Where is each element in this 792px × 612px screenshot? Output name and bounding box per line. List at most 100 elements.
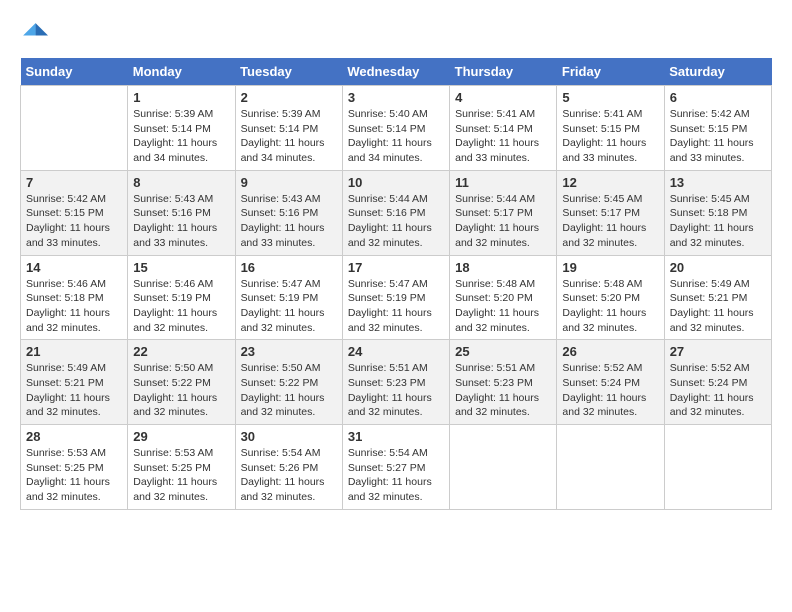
cell-info: Sunrise: 5:42 AMSunset: 5:15 PMDaylight:… (670, 107, 766, 166)
cell-info: Sunrise: 5:47 AMSunset: 5:19 PMDaylight:… (348, 277, 444, 336)
header-monday: Monday (128, 58, 235, 86)
day-number: 5 (562, 90, 658, 105)
cell-info: Sunrise: 5:49 AMSunset: 5:21 PMDaylight:… (26, 361, 122, 420)
calendar-cell: 18 Sunrise: 5:48 AMSunset: 5:20 PMDayligh… (450, 255, 557, 340)
cell-info: Sunrise: 5:40 AMSunset: 5:14 PMDaylight:… (348, 107, 444, 166)
cell-info: Sunrise: 5:50 AMSunset: 5:22 PMDaylight:… (241, 361, 337, 420)
day-number: 16 (241, 260, 337, 275)
calendar-cell: 20 Sunrise: 5:49 AMSunset: 5:21 PMDayligh… (664, 255, 771, 340)
calendar-cell: 29Sunrise: 5:53 AMSunset: 5:25 PMDayligh… (128, 425, 235, 510)
cell-info: Sunrise: 5:45 AMSunset: 5:17 PMDaylight:… (562, 192, 658, 251)
cell-info: Sunrise: 5:46 AMSunset: 5:18 PMDaylight:… (26, 277, 122, 336)
page-header (20, 20, 772, 48)
cell-info: Sunrise: 5:44 AMSunset: 5:16 PMDaylight:… (348, 192, 444, 251)
calendar-cell: 12 Sunrise: 5:45 AMSunset: 5:17 PMDayligh… (557, 170, 664, 255)
day-number: 10 (348, 175, 444, 190)
calendar-cell: 5 Sunrise: 5:41 AMSunset: 5:15 PMDaylight… (557, 86, 664, 171)
cell-info: Sunrise: 5:54 AMSunset: 5:26 PMDaylight:… (241, 446, 337, 505)
calendar-week-row: 1 Sunrise: 5:39 AMSunset: 5:14 PMDaylight… (21, 86, 772, 171)
day-number: 28 (26, 429, 122, 444)
cell-info: Sunrise: 5:41 AMSunset: 5:15 PMDaylight:… (562, 107, 658, 166)
calendar-cell: 28Sunrise: 5:53 AMSunset: 5:25 PMDayligh… (21, 425, 128, 510)
cell-info: Sunrise: 5:39 AMSunset: 5:14 PMDaylight:… (241, 107, 337, 166)
calendar-cell (557, 425, 664, 510)
calendar-cell: 6 Sunrise: 5:42 AMSunset: 5:15 PMDaylight… (664, 86, 771, 171)
calendar-cell: 14Sunrise: 5:46 AMSunset: 5:18 PMDayligh… (21, 255, 128, 340)
cell-info: Sunrise: 5:51 AMSunset: 5:23 PMDaylight:… (455, 361, 551, 420)
cell-info: Sunrise: 5:39 AMSunset: 5:14 PMDaylight:… (133, 107, 229, 166)
cell-info: Sunrise: 5:43 AMSunset: 5:16 PMDaylight:… (133, 192, 229, 251)
day-number: 27 (670, 344, 766, 359)
calendar-week-row: 7 Sunrise: 5:42 AMSunset: 5:15 PMDaylight… (21, 170, 772, 255)
calendar-cell (450, 425, 557, 510)
calendar-cell: 2 Sunrise: 5:39 AMSunset: 5:14 PMDaylight… (235, 86, 342, 171)
day-number: 9 (241, 175, 337, 190)
day-number: 26 (562, 344, 658, 359)
header-saturday: Saturday (664, 58, 771, 86)
calendar-cell (21, 86, 128, 171)
calendar-cell: 15 Sunrise: 5:46 AMSunset: 5:19 PMDayligh… (128, 255, 235, 340)
calendar-cell: 3 Sunrise: 5:40 AMSunset: 5:14 PMDaylight… (342, 86, 449, 171)
cell-info: Sunrise: 5:48 AMSunset: 5:20 PMDaylight:… (455, 277, 551, 336)
day-number: 23 (241, 344, 337, 359)
calendar-cell: 11Sunrise: 5:44 AMSunset: 5:17 PMDayligh… (450, 170, 557, 255)
day-number: 8 (133, 175, 229, 190)
header-tuesday: Tuesday (235, 58, 342, 86)
cell-info: Sunrise: 5:42 AMSunset: 5:15 PMDaylight:… (26, 192, 122, 251)
calendar-cell: 22 Sunrise: 5:50 AMSunset: 5:22 PMDayligh… (128, 340, 235, 425)
cell-info: Sunrise: 5:46 AMSunset: 5:19 PMDaylight:… (133, 277, 229, 336)
day-number: 20 (670, 260, 766, 275)
calendar-cell: 23 Sunrise: 5:50 AMSunset: 5:22 PMDayligh… (235, 340, 342, 425)
calendar-cell: 8 Sunrise: 5:43 AMSunset: 5:16 PMDaylight… (128, 170, 235, 255)
calendar-cell: 21Sunrise: 5:49 AMSunset: 5:21 PMDayligh… (21, 340, 128, 425)
day-number: 15 (133, 260, 229, 275)
calendar-cell: 30 Sunrise: 5:54 AMSunset: 5:26 PMDayligh… (235, 425, 342, 510)
calendar-cell: 25 Sunrise: 5:51 AMSunset: 5:23 PMDayligh… (450, 340, 557, 425)
cell-info: Sunrise: 5:49 AMSunset: 5:21 PMDaylight:… (670, 277, 766, 336)
day-number: 4 (455, 90, 551, 105)
calendar-table: SundayMondayTuesdayWednesdayThursdayFrid… (20, 58, 772, 510)
cell-info: Sunrise: 5:54 AMSunset: 5:27 PMDaylight:… (348, 446, 444, 505)
day-number: 2 (241, 90, 337, 105)
logo-icon (20, 20, 48, 48)
calendar-week-row: 21Sunrise: 5:49 AMSunset: 5:21 PMDayligh… (21, 340, 772, 425)
calendar-cell: 7 Sunrise: 5:42 AMSunset: 5:15 PMDaylight… (21, 170, 128, 255)
header-friday: Friday (557, 58, 664, 86)
day-number: 22 (133, 344, 229, 359)
day-number: 18 (455, 260, 551, 275)
calendar-header-row: SundayMondayTuesdayWednesdayThursdayFrid… (21, 58, 772, 86)
cell-info: Sunrise: 5:50 AMSunset: 5:22 PMDaylight:… (133, 361, 229, 420)
logo (20, 20, 52, 48)
day-number: 13 (670, 175, 766, 190)
calendar-cell: 1 Sunrise: 5:39 AMSunset: 5:14 PMDaylight… (128, 86, 235, 171)
day-number: 25 (455, 344, 551, 359)
calendar-cell: 4 Sunrise: 5:41 AMSunset: 5:14 PMDaylight… (450, 86, 557, 171)
day-number: 1 (133, 90, 229, 105)
calendar-cell: 26 Sunrise: 5:52 AMSunset: 5:24 PMDayligh… (557, 340, 664, 425)
day-number: 31 (348, 429, 444, 444)
day-number: 7 (26, 175, 122, 190)
day-number: 19 (562, 260, 658, 275)
cell-info: Sunrise: 5:45 AMSunset: 5:18 PMDaylight:… (670, 192, 766, 251)
cell-info: Sunrise: 5:41 AMSunset: 5:14 PMDaylight:… (455, 107, 551, 166)
cell-info: Sunrise: 5:44 AMSunset: 5:17 PMDaylight:… (455, 192, 551, 251)
cell-info: Sunrise: 5:52 AMSunset: 5:24 PMDaylight:… (670, 361, 766, 420)
cell-info: Sunrise: 5:43 AMSunset: 5:16 PMDaylight:… (241, 192, 337, 251)
calendar-cell: 17Sunrise: 5:47 AMSunset: 5:19 PMDayligh… (342, 255, 449, 340)
header-sunday: Sunday (21, 58, 128, 86)
cell-info: Sunrise: 5:48 AMSunset: 5:20 PMDaylight:… (562, 277, 658, 336)
calendar-cell: 19 Sunrise: 5:48 AMSunset: 5:20 PMDayligh… (557, 255, 664, 340)
calendar-cell: 10 Sunrise: 5:44 AMSunset: 5:16 PMDayligh… (342, 170, 449, 255)
header-wednesday: Wednesday (342, 58, 449, 86)
cell-info: Sunrise: 5:52 AMSunset: 5:24 PMDaylight:… (562, 361, 658, 420)
cell-info: Sunrise: 5:47 AMSunset: 5:19 PMDaylight:… (241, 277, 337, 336)
day-number: 6 (670, 90, 766, 105)
cell-info: Sunrise: 5:51 AMSunset: 5:23 PMDaylight:… (348, 361, 444, 420)
header-thursday: Thursday (450, 58, 557, 86)
day-number: 30 (241, 429, 337, 444)
calendar-week-row: 28Sunrise: 5:53 AMSunset: 5:25 PMDayligh… (21, 425, 772, 510)
calendar-cell: 24Sunrise: 5:51 AMSunset: 5:23 PMDayligh… (342, 340, 449, 425)
calendar-cell: 9 Sunrise: 5:43 AMSunset: 5:16 PMDaylight… (235, 170, 342, 255)
day-number: 12 (562, 175, 658, 190)
day-number: 3 (348, 90, 444, 105)
